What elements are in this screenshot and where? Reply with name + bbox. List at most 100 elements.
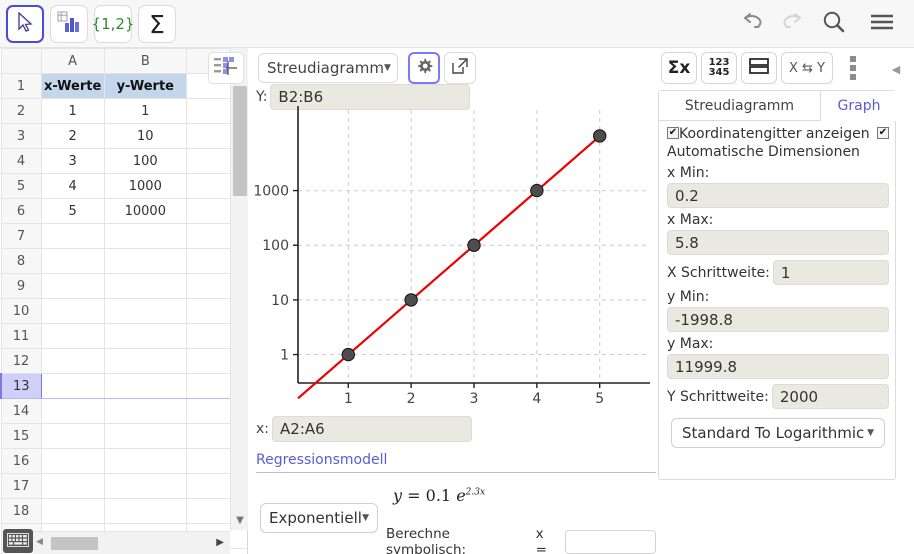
row-header-15[interactable]: 15 <box>0 423 42 449</box>
sum-tool-button[interactable]: Σ <box>138 5 176 43</box>
row-header-10[interactable]: 10 <box>0 298 42 324</box>
spreadsheet-vertical-scrollbar[interactable]: ▼ <box>230 48 248 530</box>
create-table-button[interactable] <box>208 52 244 84</box>
row-header-14[interactable]: 14 <box>0 398 42 424</box>
cell-A14[interactable] <box>40 398 105 424</box>
chart-type-select[interactable]: Streudiagramm ▼ <box>258 53 398 83</box>
x-min-input[interactable]: 0.2 <box>667 183 889 208</box>
row-header-12[interactable]: 12 <box>0 348 42 374</box>
cell-A13[interactable] <box>40 373 105 399</box>
data-table-button[interactable]: 123 345 <box>701 52 737 84</box>
scroll-right-arrow-icon[interactable]: ▶ <box>216 537 224 548</box>
statistics-button[interactable]: Σx <box>661 52 697 84</box>
cell-B5[interactable]: 1000 <box>103 173 187 199</box>
regression-model-link[interactable]: Regressionsmodell <box>256 452 387 468</box>
cell-A17[interactable] <box>40 473 105 499</box>
corner-cell[interactable] <box>0 48 42 74</box>
auto-dimensions-checkbox[interactable]: ✔ <box>877 127 889 139</box>
cell-A3[interactable]: 2 <box>40 123 105 149</box>
main-menu-button[interactable] <box>862 4 902 44</box>
search-button[interactable] <box>814 4 854 44</box>
undo-button[interactable] <box>733 4 773 44</box>
cell-B4[interactable]: 100 <box>103 148 187 174</box>
cell-A10[interactable] <box>40 298 105 324</box>
cell-B2[interactable]: 1 <box>103 98 187 124</box>
chart-settings-button[interactable] <box>408 52 440 84</box>
x-max-input[interactable]: 5.8 <box>667 230 889 255</box>
data-point[interactable] <box>530 183 544 198</box>
onscreen-keyboard-button[interactable] <box>3 529 33 553</box>
cell-A5[interactable]: 4 <box>40 173 105 199</box>
column-header-b[interactable]: B <box>103 48 187 74</box>
column-header-a[interactable]: A <box>40 48 105 74</box>
spreadsheet[interactable]: A B C 1x-Wertey-Werte2113210431005410006… <box>0 48 248 554</box>
show-grid-checkbox[interactable]: ✔ <box>667 127 679 139</box>
y-min-input[interactable]: -1998.8 <box>667 307 889 332</box>
y-step-input[interactable]: 2000 <box>771 384 889 409</box>
data-point[interactable] <box>593 129 607 143</box>
cell-A1[interactable]: x-Werte <box>40 73 105 99</box>
cell-B6[interactable]: 10000 <box>103 198 187 224</box>
pointer-tool-button[interactable] <box>6 5 44 43</box>
chart-tool-button[interactable] <box>50 5 88 43</box>
row-header-8[interactable]: 8 <box>0 248 42 274</box>
cell-A16[interactable] <box>40 448 105 474</box>
cell-A6[interactable]: 5 <box>40 198 105 224</box>
list-tool-button[interactable]: {1,2} <box>92 5 134 43</box>
cell-A12[interactable] <box>40 348 105 374</box>
cell-B16[interactable] <box>103 448 187 474</box>
row-header-9[interactable]: 9 <box>0 273 42 299</box>
cell-A15[interactable] <box>40 423 105 449</box>
row-header-13[interactable]: 13 <box>0 373 42 399</box>
cell-B7[interactable] <box>103 223 187 249</box>
horizontal-scroll-thumb[interactable] <box>51 537 98 550</box>
cell-B8[interactable] <box>103 248 187 274</box>
cell-B11[interactable] <box>103 323 187 349</box>
collapse-panel-button[interactable]: ◀ <box>884 58 908 80</box>
cell-B15[interactable] <box>103 423 187 449</box>
row-header-5[interactable]: 5 <box>0 173 42 199</box>
cell-B14[interactable] <box>103 398 187 424</box>
data-point[interactable] <box>467 238 481 252</box>
scale-mode-select[interactable]: Standard To Logarithmic ▼ <box>671 418 885 448</box>
tab-streudiagramm[interactable]: Streudiagramm <box>659 91 821 121</box>
cell-B18[interactable] <box>103 498 187 524</box>
row-header-7[interactable]: 7 <box>0 223 42 249</box>
open-in-new-window-button[interactable] <box>444 52 476 84</box>
row-header-18[interactable]: 18 <box>0 498 42 524</box>
scatter-plot[interactable]: 1 2 3 4 5 1 10 100 1000 <box>250 106 656 406</box>
more-options-button[interactable] <box>842 54 864 82</box>
data-point[interactable] <box>404 293 418 307</box>
scroll-left-arrow-icon[interactable]: ◀ <box>36 537 43 547</box>
x-range-input[interactable]: A2:A6 <box>272 416 473 442</box>
row-header-17[interactable]: 17 <box>0 473 42 499</box>
row-header-4[interactable]: 4 <box>0 148 42 174</box>
cell-A11[interactable] <box>40 323 105 349</box>
vertical-scroll-thumb[interactable] <box>233 86 247 196</box>
regression-type-select[interactable]: Exponentiell ▼ <box>260 503 378 533</box>
cell-B1[interactable]: y-Werte <box>103 73 187 99</box>
scroll-down-arrow-icon[interactable]: ▼ <box>231 510 249 530</box>
row-header-3[interactable]: 3 <box>0 123 42 149</box>
cell-A4[interactable]: 3 <box>40 148 105 174</box>
cell-B3[interactable]: 10 <box>103 123 187 149</box>
row-header-11[interactable]: 11 <box>0 323 42 349</box>
cell-B10[interactable] <box>103 298 187 324</box>
row-header-6[interactable]: 6 <box>0 198 42 224</box>
cell-B12[interactable] <box>103 348 187 374</box>
cell-A7[interactable] <box>40 223 105 249</box>
data-point[interactable] <box>341 347 355 362</box>
cell-A18[interactable] <box>40 498 105 524</box>
cell-B13[interactable] <box>103 373 187 399</box>
x-step-input[interactable]: 1 <box>772 260 889 285</box>
row-header-1[interactable]: 1 <box>0 73 42 99</box>
symbolic-x-input[interactable] <box>565 530 656 554</box>
row-header-16[interactable]: 16 <box>0 448 42 474</box>
row-header-2[interactable]: 2 <box>0 98 42 124</box>
cell-A8[interactable] <box>40 248 105 274</box>
cell-A9[interactable] <box>40 273 105 299</box>
y-max-input[interactable]: 11999.8 <box>667 354 889 379</box>
cell-A2[interactable]: 1 <box>40 98 105 124</box>
redo-button[interactable] <box>772 4 812 44</box>
tab-graph[interactable]: Graph <box>821 91 897 121</box>
